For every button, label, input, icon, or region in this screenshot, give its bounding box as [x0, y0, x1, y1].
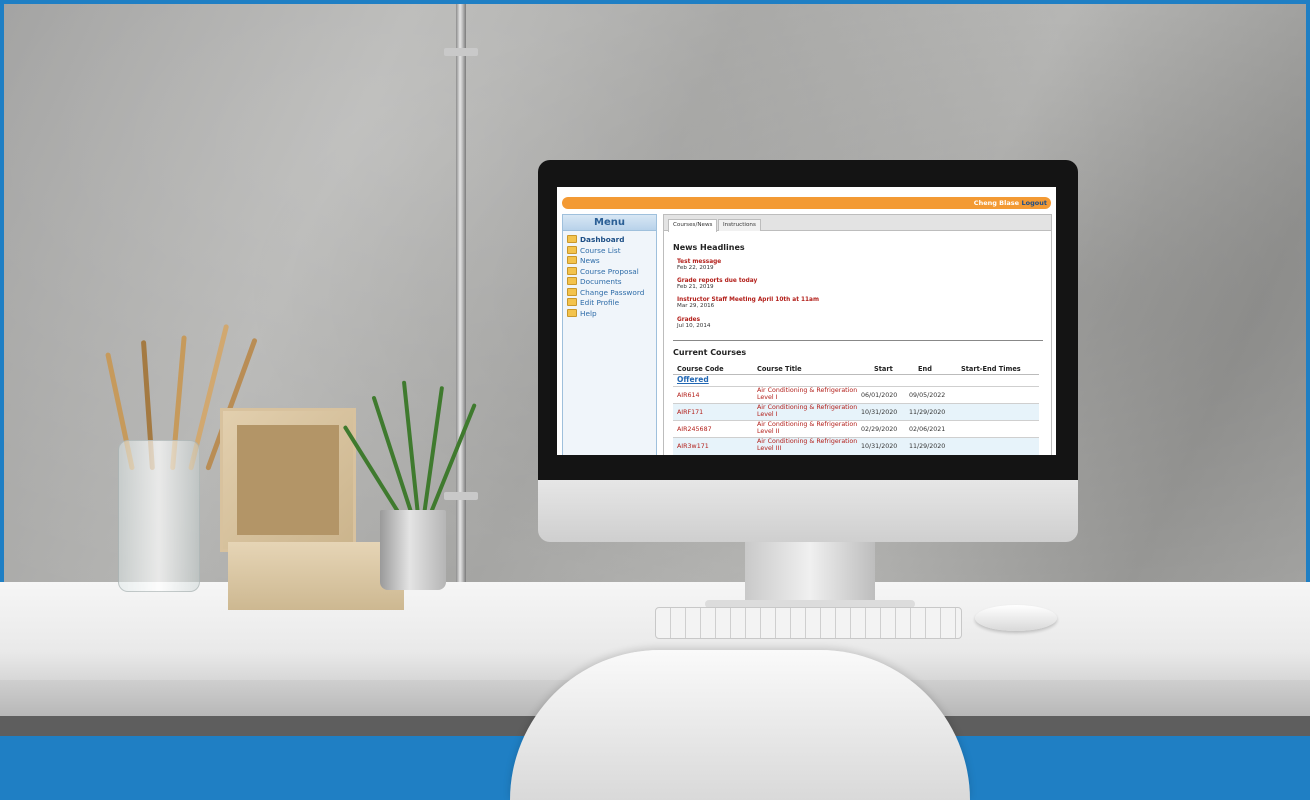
folder-icon	[567, 308, 577, 317]
course-start: 10/31/2020	[861, 443, 898, 450]
screen: Cheng Blase Logout Menu Dashboard Course…	[557, 187, 1056, 455]
pipe-bracket	[444, 492, 478, 500]
news-date: Mar 29, 2016	[677, 303, 715, 309]
course-code[interactable]: AIRF171	[677, 409, 703, 416]
news-heading: News Headlines	[673, 243, 745, 252]
wooden-box	[228, 542, 404, 610]
keyboard	[655, 607, 962, 639]
course-title[interactable]: Air Conditioning & Refrigeration Level I…	[757, 421, 875, 435]
menu-item-label: Help	[580, 308, 597, 318]
menu-item-label: Edit Profile	[580, 298, 620, 307]
mouse	[975, 605, 1057, 631]
course-end: 11/29/2020	[909, 409, 946, 416]
pipe-bracket	[444, 48, 478, 56]
folder-icon	[567, 235, 577, 243]
monitor-chin	[538, 480, 1078, 542]
news-item: Grade reports due today Feb 21, 2019	[677, 278, 757, 290]
course-start: 06/01/2020	[861, 392, 898, 399]
menu-item-label: Course List	[580, 245, 621, 255]
folder-icon	[567, 245, 577, 254]
news-item: Instructor Staff Meeting April 10th at 1…	[677, 297, 819, 309]
course-title[interactable]: Air Conditioning & Refrigeration Level I…	[757, 438, 875, 452]
menu-item-help[interactable]: Help	[567, 308, 656, 320]
main-panel: Courses/News Instructions News Headlines…	[663, 214, 1052, 455]
menu-title: Menu	[563, 215, 656, 231]
folder-icon	[567, 266, 577, 275]
wall-pipe	[456, 4, 466, 594]
menu-list: Dashboard Course List News Course Propos…	[567, 235, 656, 319]
course-start: 02/29/2020	[861, 426, 898, 433]
news-date: Jul 10, 2014	[677, 323, 711, 329]
section-divider	[673, 340, 1043, 341]
user-name: Cheng Blase	[973, 199, 1019, 207]
news-date: Feb 21, 2019	[677, 284, 714, 290]
menu-item-label: Change Password	[580, 287, 645, 297]
column-header: End	[918, 365, 932, 373]
glass-jar	[118, 440, 200, 592]
course-code[interactable]: AIR245687	[677, 426, 712, 433]
header-divider	[673, 374, 1039, 375]
tab-courses-news[interactable]: Courses/News	[668, 219, 718, 232]
course-code[interactable]: AIR614	[677, 392, 700, 399]
course-end: 11/29/2020	[909, 443, 946, 450]
menu-item-course-list[interactable]: Course List	[567, 245, 656, 257]
news-date: Feb 22, 2019	[677, 265, 714, 271]
folder-icon	[567, 256, 577, 264]
news-item: Test message Feb 22, 2019	[677, 259, 721, 271]
menu-item-dashboard[interactable]: Dashboard	[567, 235, 656, 246]
group-link-offered[interactable]: Offered	[677, 375, 709, 384]
folder-icon	[567, 298, 577, 306]
folder-icon	[567, 287, 577, 296]
logout-link[interactable]: Logout	[1022, 199, 1047, 207]
wooden-box-lid	[220, 408, 356, 552]
courses-heading: Current Courses	[673, 348, 747, 357]
course-title[interactable]: Air Conditioning & Refrigeration Level I	[757, 404, 875, 418]
tab-instructions[interactable]: Instructions	[718, 219, 761, 231]
menu-item-label: News	[580, 256, 600, 265]
table-row: AIR245687 Air Conditioning & Refrigerati…	[673, 420, 1039, 438]
column-header: Start	[874, 365, 893, 373]
table-row: AIRF171 Air Conditioning & Refrigeration…	[673, 403, 1039, 421]
course-end: 02/06/2021	[909, 426, 946, 433]
table-row: AIR3w171 Air Conditioning & Refrigeratio…	[673, 437, 1039, 455]
menu-item-label: Documents	[580, 277, 622, 286]
sidebar-menu: Menu Dashboard Course List News Course P…	[562, 214, 657, 455]
menu-item-course-proposal[interactable]: Course Proposal	[567, 266, 656, 278]
course-title[interactable]: Air Conditioning & Refrigeration Level I	[757, 387, 875, 401]
menu-item-change-password[interactable]: Change Password	[567, 287, 656, 299]
course-start: 10/31/2020	[861, 409, 898, 416]
column-header: Course Title	[757, 365, 802, 373]
menu-item-documents[interactable]: Documents	[567, 277, 656, 288]
folder-icon	[567, 277, 577, 285]
top-bar: Cheng Blase Logout	[562, 197, 1051, 209]
column-header: Course Code	[677, 365, 724, 373]
menu-item-edit-profile[interactable]: Edit Profile	[567, 298, 656, 309]
course-code[interactable]: AIR3w171	[677, 443, 709, 450]
column-header: Start-End Times	[961, 365, 1021, 373]
tab-bar: Courses/News Instructions	[664, 215, 1051, 232]
menu-item-news[interactable]: News	[567, 256, 656, 267]
course-end: 09/05/2022	[909, 392, 946, 399]
metal-pot	[380, 510, 446, 590]
menu-item-label: Dashboard	[580, 235, 625, 244]
news-item: Grades Jul 10, 2014	[677, 317, 710, 329]
menu-item-label: Course Proposal	[580, 266, 639, 276]
table-row: AIR614 Air Conditioning & Refrigeration …	[673, 386, 1039, 404]
